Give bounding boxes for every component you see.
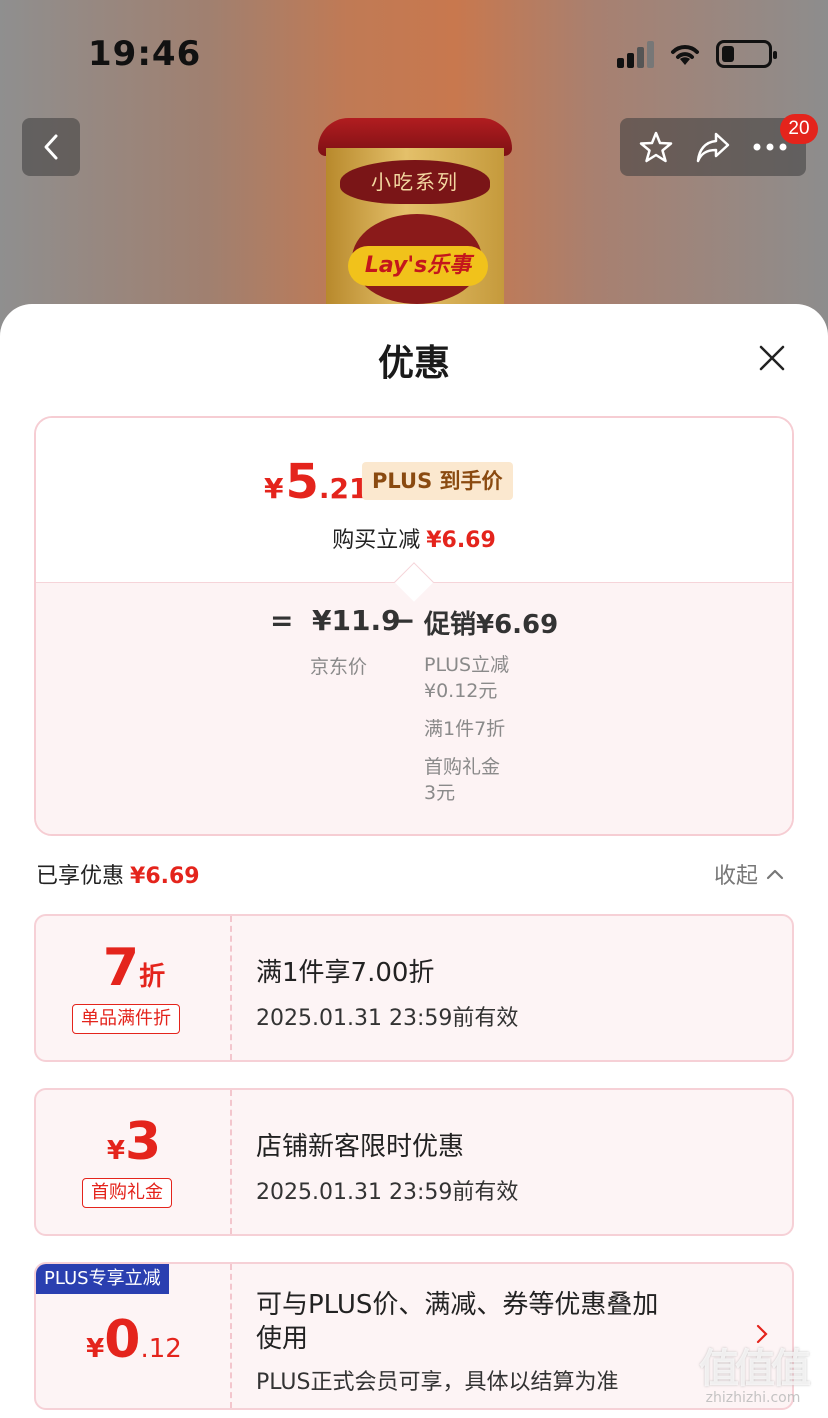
back-button[interactable] bbox=[22, 118, 80, 176]
coupon-value: 7折 bbox=[36, 938, 232, 998]
collapse-button[interactable]: 收起 bbox=[714, 858, 784, 890]
coupon-validity: 2025.01.31 23:59前有效 bbox=[256, 1180, 519, 1205]
coupon-value: ¥0.12 bbox=[36, 1310, 232, 1370]
discount-sheet: 优惠 ¥ 5 .21 PLUS 到手价 购买立减 ¥6.69 = ¥11.9 京东… bbox=[0, 304, 828, 1418]
promo-total: 促销¥6.69 bbox=[424, 610, 559, 640]
nav-actions bbox=[620, 118, 806, 176]
chevron-up-icon bbox=[766, 869, 784, 880]
status-icons bbox=[617, 40, 777, 68]
battery-icon bbox=[716, 40, 777, 68]
formula-equals: = bbox=[270, 604, 294, 637]
price-summary-card: ¥ 5 .21 PLUS 到手价 购买立减 ¥6.69 = ¥11.9 京东价 −… bbox=[34, 416, 794, 836]
final-price-int: 5 bbox=[285, 454, 319, 510]
coupon-value-main: 7 bbox=[102, 938, 140, 998]
product-series-text: 小吃系列 bbox=[340, 160, 490, 204]
coupon-title-line2: 使用 bbox=[256, 1324, 309, 1354]
coupon-value-unit: 折 bbox=[139, 962, 166, 992]
coupon-card-plus[interactable]: PLUS专享立减 ¥0.12 可与PLUS价、满减、券等优惠叠加 使用 PLUS… bbox=[34, 1262, 794, 1410]
product-brand-logo: Lay's乐事 bbox=[348, 246, 488, 286]
star-icon[interactable] bbox=[638, 129, 674, 165]
coupon-value-panel: 7折 单品满件折 bbox=[36, 916, 232, 1060]
buy-reduce-amount: ¥6.69 bbox=[426, 528, 496, 553]
summary-top bbox=[36, 418, 792, 582]
wifi-icon bbox=[671, 45, 699, 65]
buy-reduce: 购买立减 ¥6.69 bbox=[36, 522, 792, 554]
coupon-title: 店铺新客限时优惠 bbox=[256, 1132, 465, 1162]
more-icon[interactable] bbox=[752, 142, 788, 152]
coupon-card[interactable]: 7折 单品满件折 满1件享7.00折 2025.01.31 23:59前有效 bbox=[34, 914, 794, 1062]
coupon-note: PLUS正式会员可享，具体以结算为准 bbox=[256, 1370, 619, 1395]
status-time: 19:46 bbox=[88, 34, 202, 74]
close-icon bbox=[759, 345, 785, 371]
jd-price-label: 京东价 bbox=[310, 656, 368, 678]
promo-detail: 3元 bbox=[424, 782, 456, 804]
coupon-tag: 单品满件折 bbox=[72, 1004, 180, 1034]
jd-price: ¥11.9 bbox=[312, 604, 401, 637]
buy-reduce-label: 购买立减 bbox=[332, 528, 421, 553]
promo-detail: ¥0.12元 bbox=[424, 680, 498, 702]
coupon-value-panel: ¥3 首购礼金 bbox=[36, 1090, 232, 1234]
final-price: ¥ 5 .21 bbox=[264, 454, 369, 510]
coupon-value-main: 3 bbox=[124, 1112, 162, 1172]
watermark-url: zhizhizhi.com bbox=[705, 1390, 801, 1406]
coupon-title: 满1件享7.00折 bbox=[256, 958, 435, 988]
close-button[interactable] bbox=[752, 338, 792, 378]
collapse-label: 收起 bbox=[714, 864, 759, 889]
promo-detail: 首购礼金 bbox=[424, 756, 501, 778]
coupon-value-panel: PLUS专享立减 ¥0.12 bbox=[36, 1264, 232, 1408]
coupon-info: 店铺新客限时优惠 2025.01.31 23:59前有效 bbox=[256, 1090, 772, 1234]
chevron-left-icon bbox=[44, 134, 58, 160]
promo-detail: PLUS立减 bbox=[424, 654, 510, 676]
coupon-title: 可与PLUS价、满减、券等优惠叠加 bbox=[256, 1290, 659, 1320]
coupon-value: ¥3 bbox=[36, 1112, 232, 1172]
signal-icon bbox=[617, 40, 654, 68]
coupon-validity: 2025.01.31 23:59前有效 bbox=[256, 1006, 519, 1031]
coupon-value-main: 0 bbox=[104, 1310, 141, 1370]
promo-detail: 满1件7折 bbox=[424, 718, 506, 740]
plus-price-tag: PLUS 到手价 bbox=[362, 462, 513, 500]
watermark: 值值值 zhizhizhi.com bbox=[686, 1336, 820, 1406]
coupon-card[interactable]: ¥3 首购礼金 店铺新客限时优惠 2025.01.31 23:59前有效 bbox=[34, 1088, 794, 1236]
coupon-value-currency: ¥ bbox=[86, 1334, 105, 1364]
enjoyed-amount: ¥6.69 bbox=[130, 864, 200, 889]
enjoyed-discount: 已享优惠 ¥6.69 bbox=[36, 858, 200, 890]
coupon-value-dec: .12 bbox=[140, 1334, 182, 1364]
share-icon[interactable] bbox=[694, 130, 732, 164]
formula-minus: − bbox=[392, 604, 416, 637]
final-price-currency: ¥ bbox=[264, 472, 284, 505]
plus-ribbon: PLUS专享立减 bbox=[36, 1264, 169, 1294]
coupon-tag: 首购礼金 bbox=[82, 1178, 172, 1208]
coupon-info: 满1件享7.00折 2025.01.31 23:59前有效 bbox=[256, 916, 772, 1060]
notification-badge: 20 bbox=[780, 114, 818, 144]
sheet-title: 优惠 bbox=[377, 343, 450, 384]
enjoyed-label: 已享优惠 bbox=[36, 864, 125, 889]
coupon-value-currency: ¥ bbox=[106, 1136, 125, 1166]
watermark-mark: 值值值 bbox=[699, 1346, 811, 1392]
